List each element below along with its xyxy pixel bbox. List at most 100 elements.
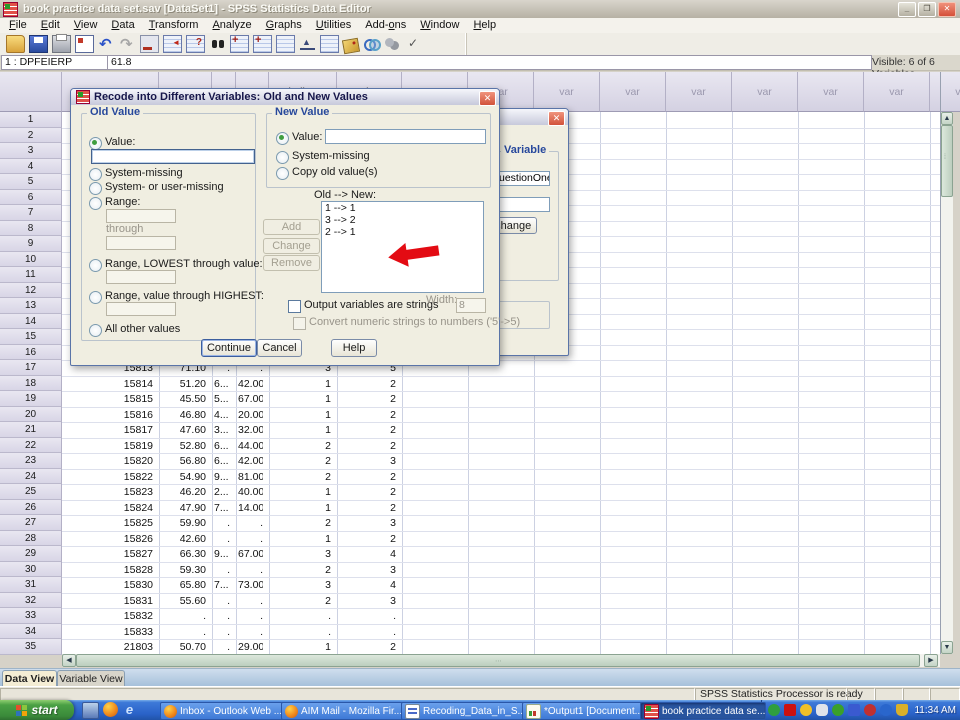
cell[interactable]: 1 (271, 423, 331, 437)
cell[interactable]: . (214, 625, 230, 639)
cell[interactable]: 67.00 (238, 392, 263, 406)
row-header[interactable]: 16 (0, 345, 62, 360)
alert-red-icon[interactable] (864, 704, 876, 716)
cell[interactable]: . (214, 594, 230, 608)
cell[interactable]: 46.80 (161, 408, 206, 422)
cell[interactable]: 2 (339, 377, 396, 391)
row-header[interactable]: 10 (0, 252, 62, 267)
cell[interactable]: 15820 (64, 454, 153, 468)
cell[interactable]: 1 (271, 485, 331, 499)
cell[interactable]: . (339, 625, 396, 639)
cell[interactable]: 2 (339, 532, 396, 546)
messenger-bubble-icon[interactable] (816, 704, 828, 716)
cell[interactable]: . (214, 516, 230, 530)
cell[interactable]: . (214, 532, 230, 546)
scroll-up-icon[interactable]: ▲ (941, 112, 953, 125)
row-header[interactable]: 33 (0, 608, 62, 624)
row-header[interactable]: 17 (0, 360, 62, 376)
select-cases-button[interactable] (320, 35, 339, 53)
tab-data-view[interactable]: Data View (2, 670, 57, 687)
cell[interactable]: 1 (271, 501, 331, 515)
cell[interactable]: 47.60 (161, 423, 206, 437)
cell[interactable]: 55.60 (161, 594, 206, 608)
cell[interactable]: 56.80 (161, 454, 206, 468)
cell[interactable]: 3 (339, 454, 396, 468)
cell[interactable]: 21803 (64, 640, 153, 654)
menu-view[interactable]: View (67, 18, 105, 33)
split-file-button[interactable] (276, 35, 295, 53)
row-header[interactable]: 21 (0, 422, 62, 438)
cell[interactable]: 4 (339, 578, 396, 592)
cell[interactable]: 67.00 (238, 547, 263, 561)
row-header[interactable]: 6 (0, 190, 62, 205)
scroll-right-icon[interactable]: ▶ (924, 654, 938, 667)
tab-variable-view[interactable]: Variable View (57, 670, 125, 687)
old-range-highest-radio[interactable] (89, 291, 102, 304)
open-file-button[interactable] (6, 35, 25, 53)
row-header[interactable]: 3 (0, 143, 62, 159)
old-new-list-item[interactable]: 1 --> 1 (322, 202, 483, 214)
insert-variable-button[interactable] (253, 35, 272, 53)
row-header[interactable]: 11 (0, 267, 62, 283)
variables-button[interactable] (186, 35, 205, 53)
cell[interactable]: . (214, 609, 230, 623)
cell[interactable]: 1 (271, 640, 331, 654)
show-desktop-icon[interactable] (82, 702, 99, 719)
old-sysmis-radio[interactable] (89, 168, 102, 181)
horizontal-scroll-thumb[interactable]: ⋯ (76, 654, 920, 667)
menu-transform[interactable]: Transform (142, 18, 206, 33)
row-header[interactable]: 7 (0, 205, 62, 221)
cell[interactable]: . (238, 532, 263, 546)
menu-edit[interactable]: Edit (34, 18, 67, 33)
cell[interactable]: 65.80 (161, 578, 206, 592)
cell[interactable]: . (238, 516, 263, 530)
cell[interactable]: 1 (271, 408, 331, 422)
network-blue-icon[interactable] (848, 704, 860, 716)
cell[interactable]: 15826 (64, 532, 153, 546)
cell[interactable]: 66.30 (161, 547, 206, 561)
cell[interactable]: 3... (214, 423, 230, 437)
row-header[interactable]: 14 (0, 314, 62, 329)
dialog-close-icon[interactable]: ✕ (479, 91, 496, 106)
change-old-new-button[interactable]: Change (263, 238, 320, 254)
cell[interactable]: 15833 (64, 625, 153, 639)
cell[interactable]: 3 (339, 594, 396, 608)
cell[interactable]: 2 (271, 439, 331, 453)
row-header[interactable]: 2 (0, 128, 62, 143)
ati-icon[interactable] (784, 704, 796, 716)
start-button[interactable]: start (0, 700, 74, 720)
cell[interactable]: 6... (214, 377, 230, 391)
continue-button[interactable]: Continue (201, 339, 257, 357)
row-header[interactable]: 35 (0, 639, 62, 655)
cell[interactable]: 47.90 (161, 501, 206, 515)
menu-addons[interactable]: Add-ons (358, 18, 413, 33)
cell[interactable]: 1 (271, 532, 331, 546)
width-field[interactable]: 8 (456, 298, 486, 313)
goto-chart-button[interactable] (140, 35, 159, 53)
cell[interactable]: 2 (271, 470, 331, 484)
old-new-list-item[interactable]: 3 --> 2 (322, 214, 483, 226)
cell[interactable]: 20.00 (238, 408, 263, 422)
cell[interactable]: 81.00 (238, 470, 263, 484)
scroll-down-icon[interactable]: ▼ (941, 641, 953, 654)
cell[interactable]: 2 (271, 454, 331, 468)
cell[interactable]: 6... (214, 454, 230, 468)
convert-strings-checkbox[interactable] (293, 317, 306, 330)
task-button[interactable]: *Output1 [Document... (522, 702, 642, 720)
cell[interactable]: 2 (339, 423, 396, 437)
value-labels-button[interactable] (342, 38, 360, 55)
old-value-field[interactable] (91, 149, 255, 164)
cell[interactable]: 2 (271, 563, 331, 577)
internet-explorer-icon[interactable]: e (122, 702, 137, 717)
firefox-icon[interactable] (103, 702, 118, 717)
cell[interactable]: 54.90 (161, 470, 206, 484)
row-header[interactable]: 4 (0, 159, 62, 174)
row-header[interactable]: 13 (0, 298, 62, 314)
column-header-var[interactable]: var (666, 72, 732, 112)
cell[interactable]: 6... (214, 439, 230, 453)
cell[interactable]: 3 (339, 516, 396, 530)
menu-window[interactable]: Window (413, 18, 466, 33)
range-highest-field[interactable] (106, 302, 176, 316)
old-new-list-item[interactable]: 2 --> 1 (322, 226, 483, 238)
old-range-lowest-radio[interactable] (89, 259, 102, 272)
